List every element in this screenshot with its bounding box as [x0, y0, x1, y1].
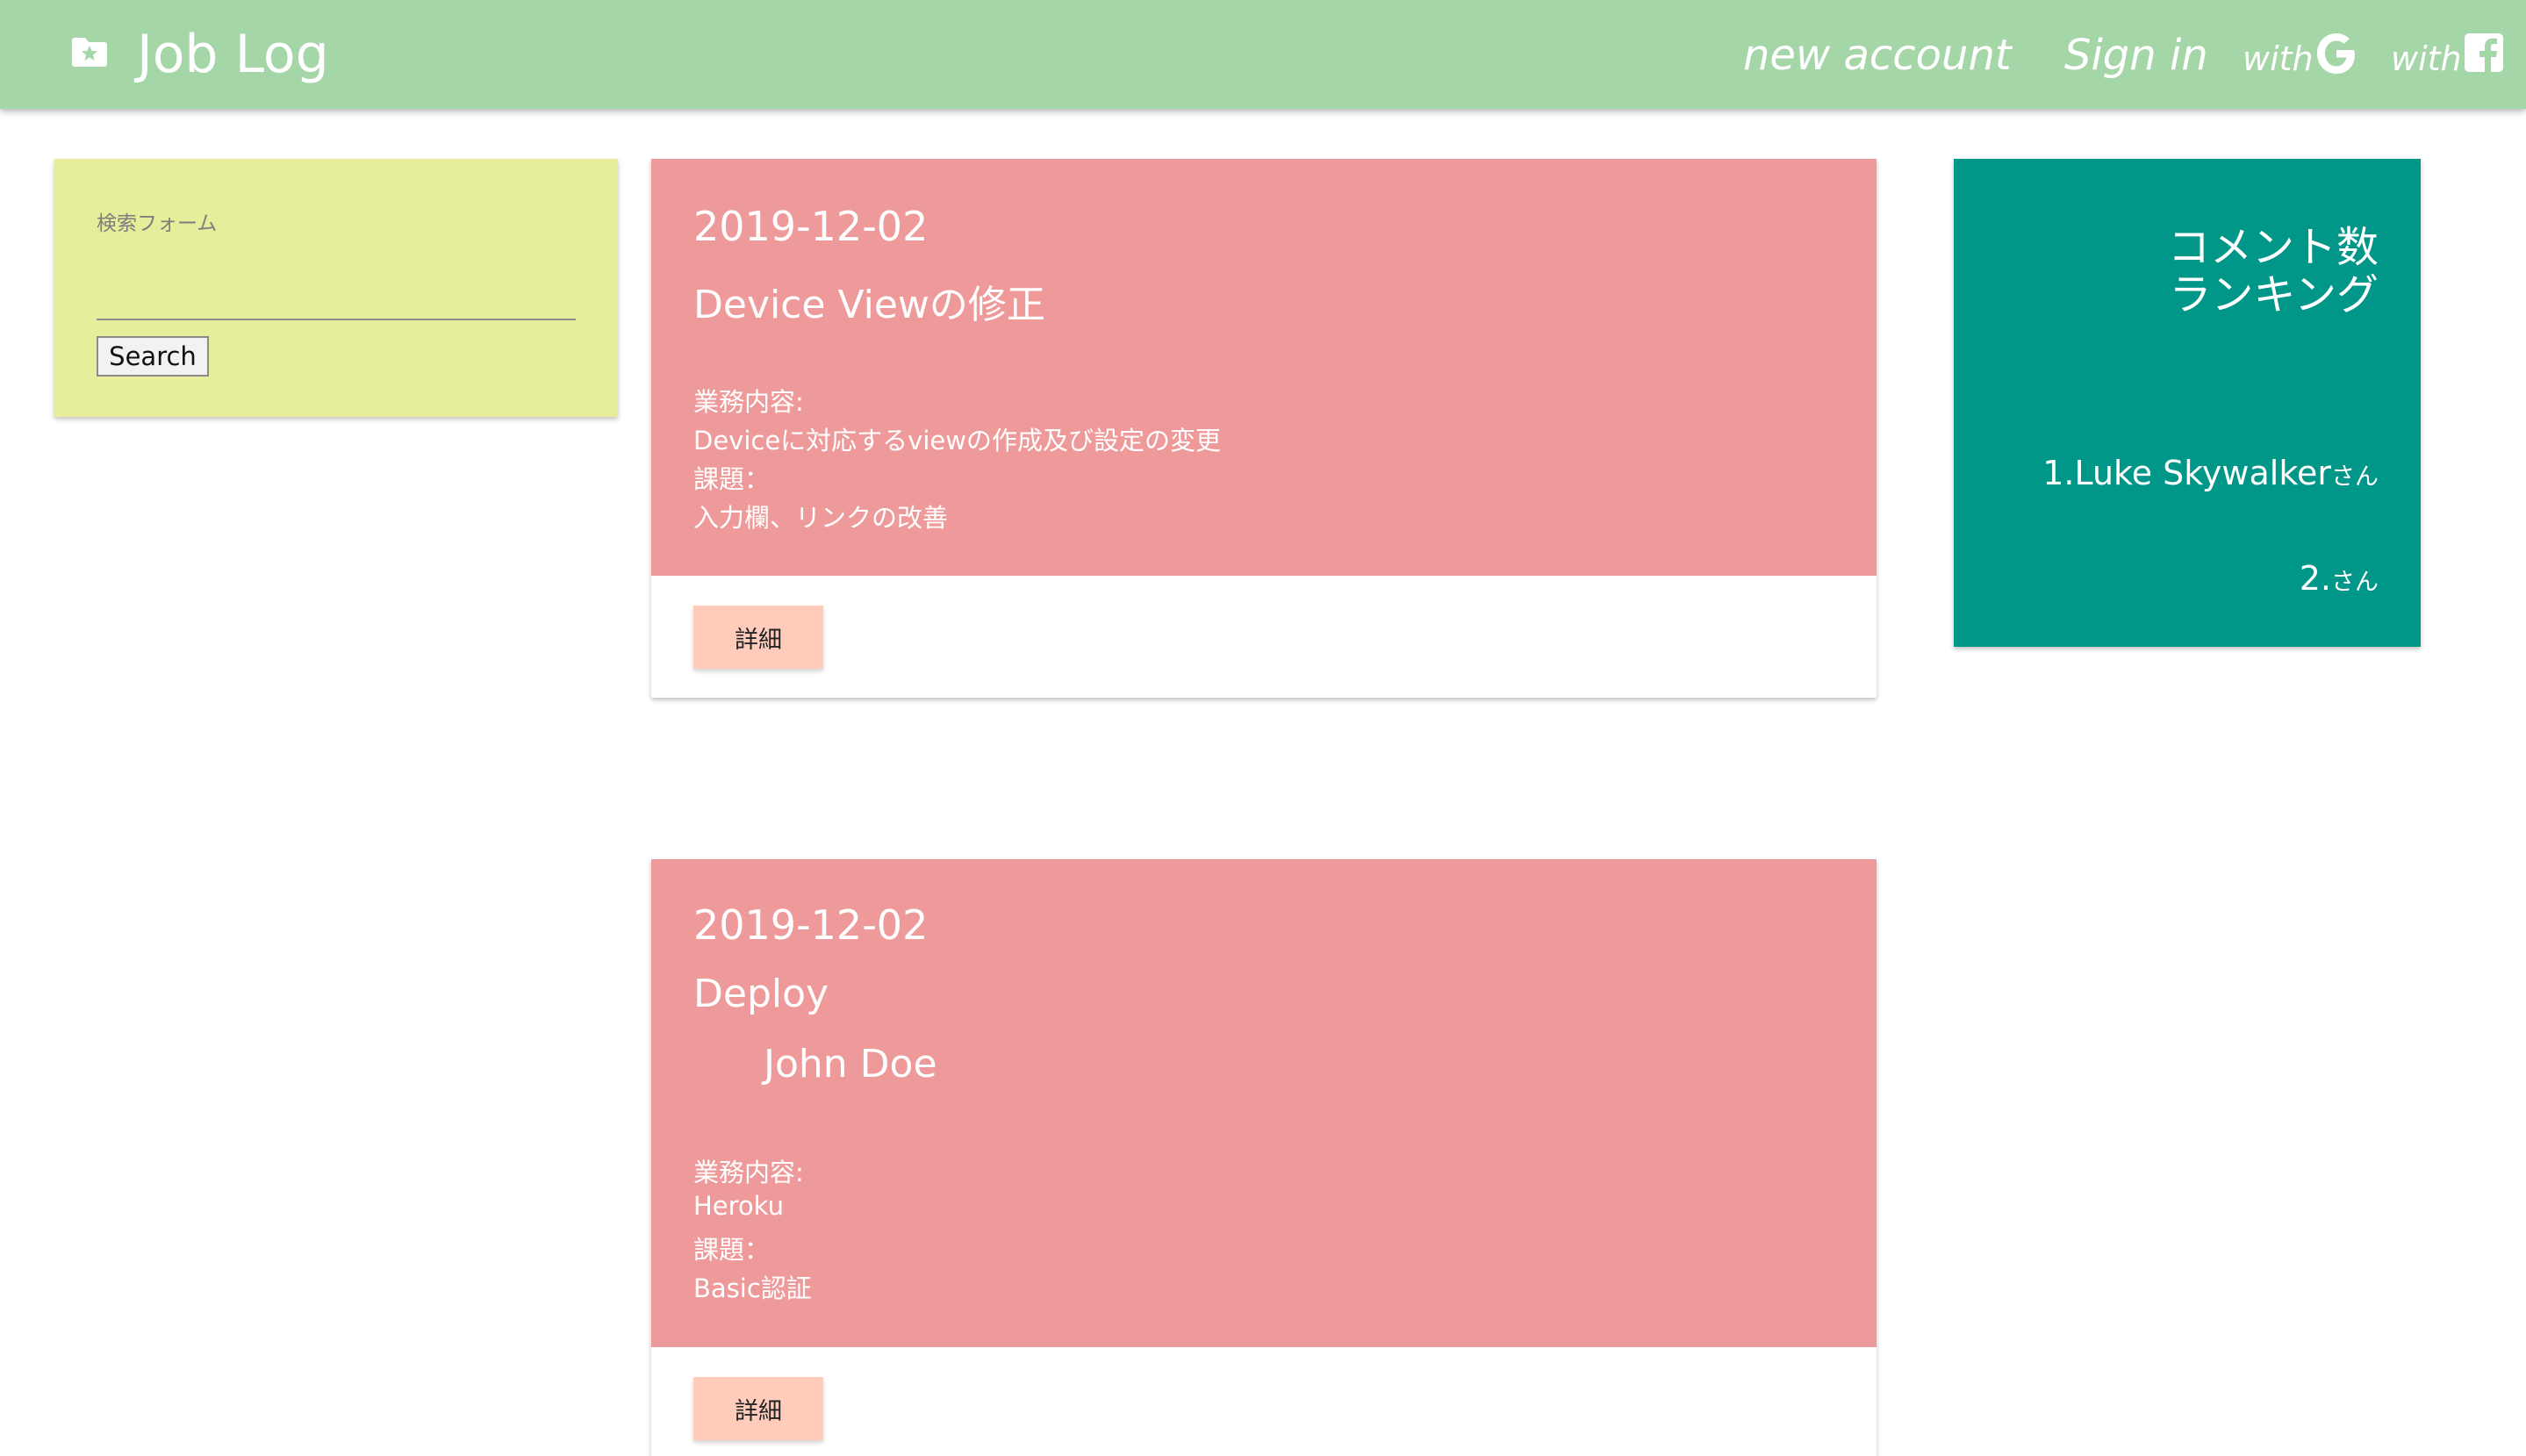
new-account-link[interactable]: new account [1743, 25, 2012, 86]
post-action: 詳細 [651, 576, 1877, 698]
sign-in-facebook-label[interactable]: with [2391, 28, 2462, 90]
ranking-rank: 1. [2042, 454, 2075, 492]
ranking-item[interactable]: 1.Luke Skywalkerさん [2042, 454, 2379, 492]
post-issue: 入力欄、リンクの改善 [693, 503, 949, 533]
ranking-suffix: さん [2331, 463, 2379, 491]
post-date: 2019-12-02 [693, 203, 929, 250]
post-title: Device Viewの修正 [693, 283, 1045, 327]
post-task-label: 業務内容: [693, 1158, 804, 1187]
comment-ranking-card: コメント数 ランキング 1.Luke Skywalkerさん 2.さん [1954, 159, 2421, 647]
post-task: Heroku [693, 1191, 784, 1221]
ranking-item[interactable]: 2.さん [2300, 559, 2379, 598]
sign-in-google-label[interactable]: with [2243, 28, 2314, 90]
sign-in-link[interactable]: Sign in [2064, 25, 2208, 86]
ranking-suffix: さん [2331, 569, 2379, 596]
detail-button[interactable]: 詳細 [693, 1377, 823, 1440]
post-task: Deviceに対応するviewの作成及び設定の変更 [693, 426, 1221, 455]
folder-star-icon [72, 38, 107, 67]
ranking-title: コメント数 ランキング [2167, 223, 2379, 319]
post-title: Deploy [693, 972, 829, 1016]
detail-button[interactable]: 詳細 [693, 606, 823, 669]
app-title[interactable]: Job Log [137, 19, 329, 90]
ranking-user-name: Luke Skywalker [2074, 454, 2331, 492]
navbar: Job Log new account Sign in with with [0, 0, 2526, 109]
google-icon[interactable] [2315, 32, 2357, 75]
post-issue: Basic認証 [693, 1273, 812, 1303]
search-form-label: 検索フォーム [97, 212, 218, 235]
post-action: 詳細 [651, 1347, 1877, 1456]
post-author: John Doe [764, 1042, 937, 1087]
post-task-label: 業務内容: [693, 387, 804, 417]
post-issue-label: 課題： [693, 464, 771, 494]
facebook-icon[interactable] [2465, 33, 2503, 72]
post-issue-label: 課題： [693, 1235, 771, 1265]
ranking-rank: 2. [2299, 559, 2331, 598]
search-input[interactable] [97, 268, 576, 320]
post-content: 2019-12-02 Device Viewの修正 業務内容: Deviceに対… [651, 159, 1877, 576]
post-content: 2019-12-02 Deploy John Doe 業務内容: Heroku … [651, 859, 1877, 1347]
post-card: 2019-12-02 Device Viewの修正 業務内容: Deviceに対… [651, 159, 1877, 698]
post-card: 2019-12-02 Deploy John Doe 業務内容: Heroku … [651, 859, 1877, 1456]
search-button[interactable]: Search [97, 336, 209, 377]
post-date: 2019-12-02 [693, 901, 929, 949]
search-card: 検索フォーム Search [54, 159, 618, 417]
